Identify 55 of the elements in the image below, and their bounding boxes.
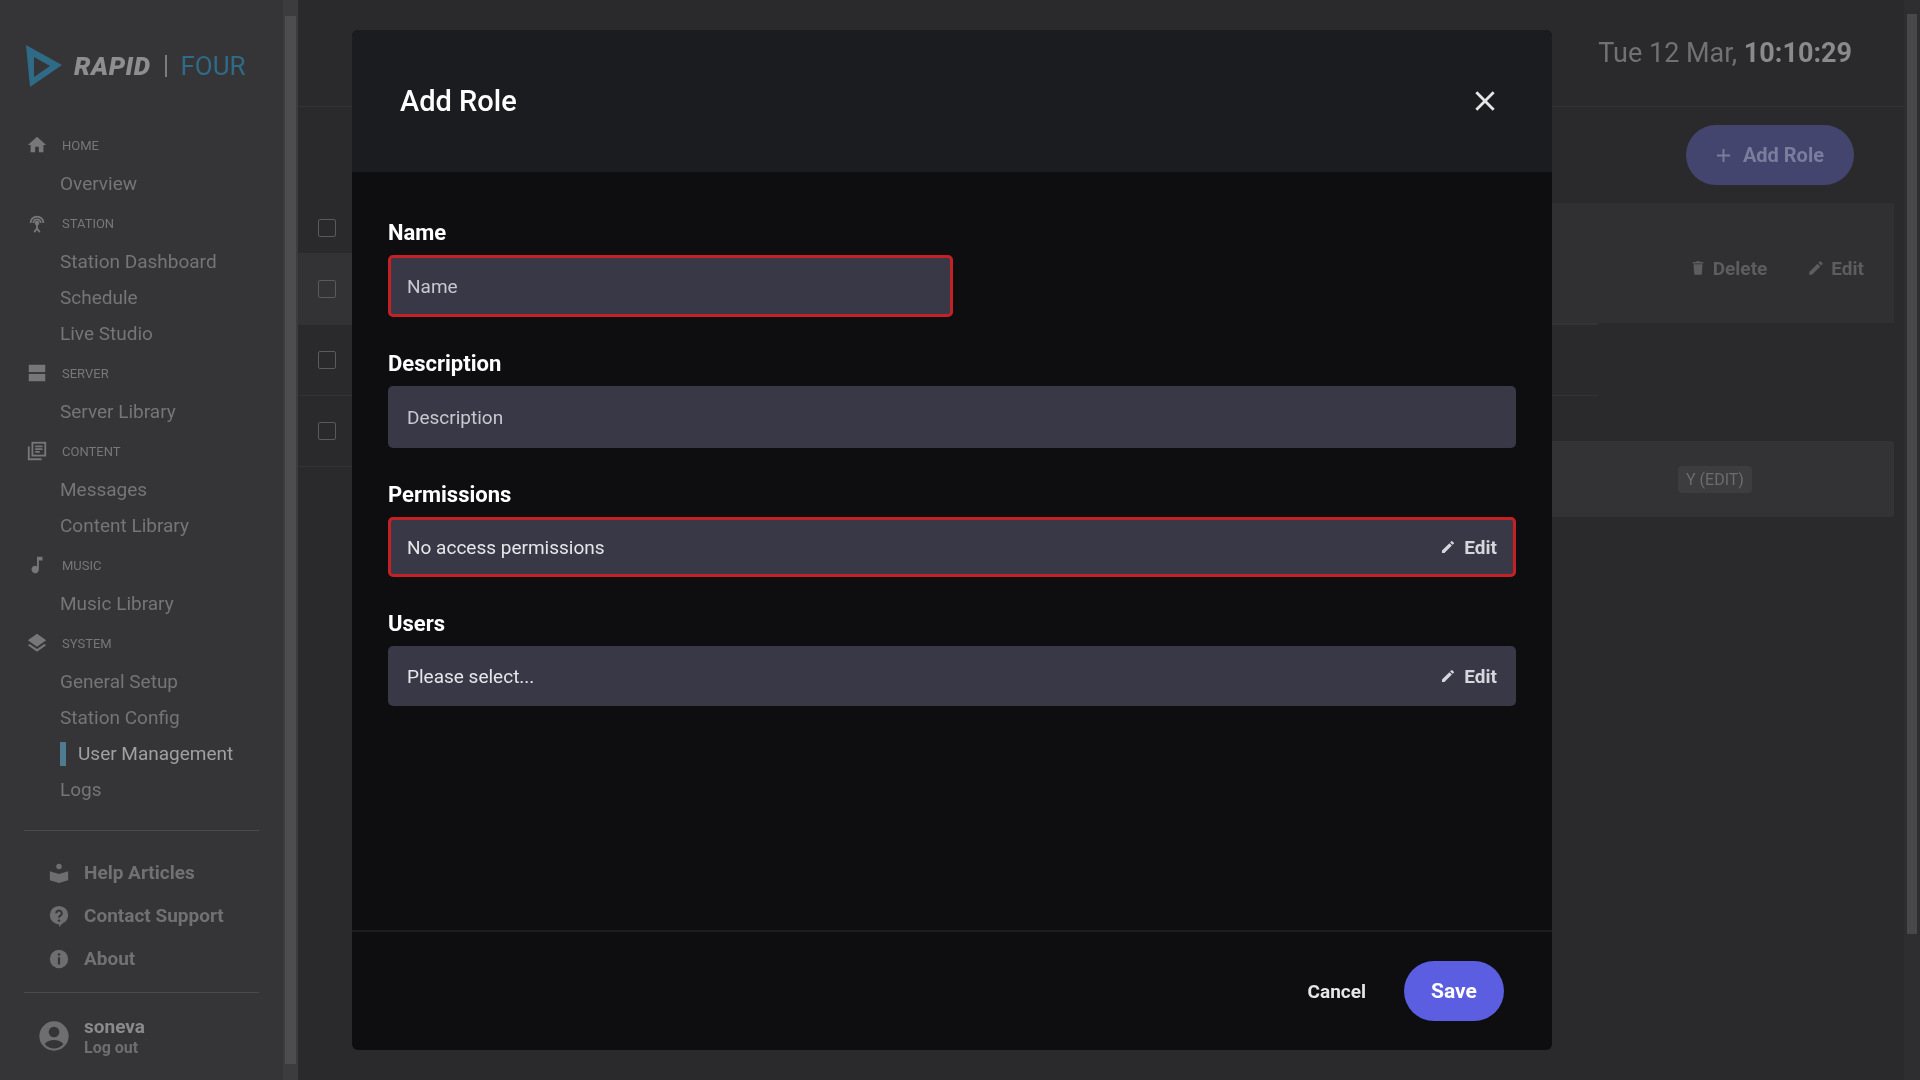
logout-link[interactable]: Log out — [84, 1038, 145, 1057]
add-role-button[interactable]: Add Role — [1685, 125, 1854, 185]
sidebar-link[interactable]: About — [48, 947, 259, 970]
checkbox[interactable] — [318, 422, 336, 440]
nav-item[interactable]: Live Studio — [24, 316, 259, 352]
logo-brand: RAPID — [74, 51, 151, 81]
date-time: Tue 12 Mar, 10:10:29 — [1598, 37, 1852, 69]
user-name: soneva — [84, 1015, 145, 1038]
nav-section-label: MUSIC — [62, 557, 102, 573]
reader-icon — [48, 861, 70, 884]
nav-section-label: HOME — [62, 137, 99, 153]
help-icon — [48, 904, 70, 927]
info-icon — [48, 947, 70, 970]
field-label: Name — [388, 220, 448, 245]
nav-item[interactable]: User Management — [60, 742, 259, 766]
picker-field[interactable]: No access permissions Edit — [388, 517, 1516, 577]
scrollbar[interactable] — [1907, 14, 1917, 934]
text-field[interactable]: Name — [388, 255, 953, 317]
sidebar-link[interactable]: Help Articles — [48, 861, 259, 884]
nav-item[interactable]: Messages — [24, 472, 259, 508]
avatar-icon — [38, 1020, 70, 1052]
nav-section-label: SYSTEM — [62, 635, 112, 651]
pencil-icon — [1807, 259, 1826, 277]
nav-item[interactable]: Overview — [24, 166, 259, 202]
plus-icon — [1715, 147, 1731, 163]
nav-item[interactable]: Station Dashboard — [24, 244, 259, 280]
save-button[interactable]: Save — [1404, 961, 1504, 1021]
checkbox[interactable] — [318, 219, 336, 237]
play-logo-icon — [24, 43, 64, 89]
nav-section-label: STATION — [62, 215, 115, 231]
checkbox[interactable] — [318, 351, 336, 369]
nav-item[interactable]: General Setup — [24, 664, 259, 700]
field-label: Permissions — [388, 482, 513, 507]
sidebar-link[interactable]: Contact Support — [48, 904, 259, 927]
nav-item[interactable]: Content Library — [24, 508, 259, 544]
text-field[interactable]: Description — [388, 386, 1516, 448]
nav-item[interactable]: Station Config — [24, 700, 259, 736]
checkbox[interactable] — [318, 280, 336, 298]
pencil-icon — [1440, 668, 1457, 684]
library-icon — [26, 440, 48, 462]
picker-field[interactable]: Please select... Edit — [388, 646, 1516, 706]
cancel-button[interactable]: Cancel — [1301, 978, 1372, 1004]
layers-icon — [26, 632, 48, 654]
nav-item[interactable]: Server Library — [24, 394, 259, 430]
pencil-icon — [1440, 539, 1457, 555]
server-icon — [26, 362, 48, 384]
nav-item[interactable]: Logs — [24, 772, 259, 808]
field-label: Users — [388, 611, 447, 636]
nav-item[interactable]: Schedule — [24, 280, 259, 316]
logo-product: FOUR — [180, 51, 246, 81]
nav-item[interactable]: Music Library — [24, 586, 259, 622]
dialog-title: Add Role — [400, 84, 517, 118]
nav-section-label: SERVER — [62, 365, 109, 381]
nav-section-label: CONTENT — [62, 443, 121, 459]
field-label: Description — [388, 351, 503, 376]
